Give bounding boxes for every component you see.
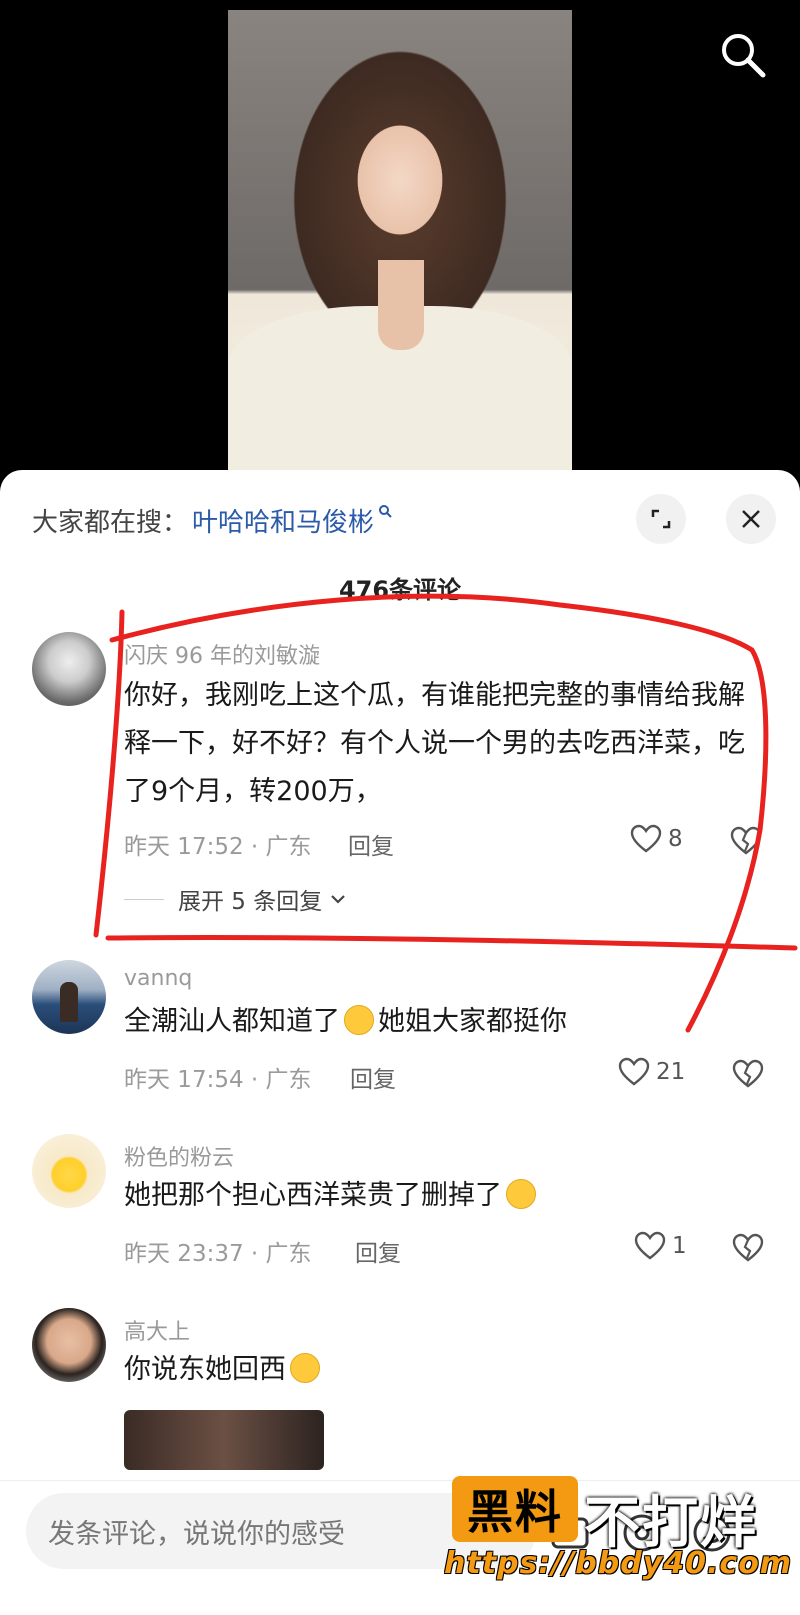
- comment-input-placeholder: 发条评论，说说你的感受: [48, 1518, 345, 1550]
- comment-text: 她把那个担心西洋菜贵了删掉了: [124, 1172, 764, 1220]
- comment-image-thumbnail[interactable]: [124, 1410, 324, 1470]
- comment-username[interactable]: vannq: [124, 966, 192, 991]
- watermark-url: https://bbdy40.com: [444, 1546, 793, 1581]
- expand-divider: [124, 898, 164, 900]
- watermark: 黑料 不打烊 https://bbdy40.com: [444, 1476, 792, 1596]
- comment-text-part: 全潮汕人都知道了: [124, 1006, 340, 1037]
- laughing-crying-emoji-icon: [506, 1179, 536, 1209]
- expand-replies-label: 展开 5 条回复: [178, 889, 323, 915]
- comment-text: 你好，我刚吃上这个瓜，有谁能把完整的事情给我解释一下，好不好？有个人说一个男的去…: [124, 680, 745, 807]
- comment-text-part: 她把那个担心西洋菜贵了删掉了: [124, 1180, 502, 1211]
- comment-text-part: 你说东她回西: [124, 1354, 286, 1385]
- comment-item: vannq 全潮汕人都知道了 她姐大家都挺你 昨天 17:54 · 广东 回复 2…: [0, 960, 800, 1100]
- broken-heart-icon: [732, 1059, 764, 1088]
- avatar[interactable]: [32, 1134, 106, 1208]
- search-small-icon: [378, 503, 392, 522]
- comment-time-location: 昨天 17:54 · 广东: [124, 1067, 312, 1093]
- comment-item: 闪庆 96 年的刘敏漩 你好，我刚吃上这个瓜，有谁能把完整的事情给我解释一下，好…: [0, 632, 800, 932]
- heart-icon: [634, 1231, 666, 1260]
- watermark-logo-box: 黑料: [452, 1476, 578, 1542]
- comment-sheet: 大家都在搜： 叶哈哈和马俊彬 476条评论 闪庆 96 年的刘敏漩 你好，我刚吃…: [0, 470, 800, 1615]
- comment-text-part: 她姐大家都挺你: [378, 1006, 567, 1037]
- video-frame: [228, 10, 572, 476]
- expand-sheet-button[interactable]: [636, 494, 686, 544]
- comment-item: 粉色的粉云 她把那个担心西洋菜贵了删掉了 昨天 23:37 · 广东 回复 1: [0, 1134, 800, 1274]
- dislike-button[interactable]: [732, 1233, 764, 1267]
- chevron-down-icon: [331, 895, 346, 904]
- avatar[interactable]: [32, 1308, 106, 1382]
- search-icon[interactable]: [718, 30, 768, 80]
- like-count: 8: [668, 826, 683, 852]
- avatar[interactable]: [32, 632, 106, 706]
- comment-time-location: 昨天 17:52 · 广东: [124, 834, 312, 860]
- video-neck: [378, 260, 424, 350]
- thinking-emoji-icon: [344, 1005, 374, 1035]
- like-button[interactable]: 1: [634, 1231, 687, 1261]
- video-player[interactable]: [0, 0, 800, 480]
- like-button[interactable]: 8: [630, 824, 683, 854]
- crying-emoji-icon: [290, 1353, 320, 1383]
- expand-replies-button[interactable]: 展开 5 条回复: [124, 882, 348, 916]
- comment-username[interactable]: 闪庆 96 年的刘敏漩: [124, 638, 320, 670]
- like-button[interactable]: 21: [618, 1057, 685, 1087]
- heart-icon: [630, 824, 662, 853]
- avatar[interactable]: [32, 960, 106, 1034]
- comment-count-title: 476条评论: [338, 576, 462, 604]
- trending-search-term[interactable]: 叶哈哈和马俊彬: [192, 502, 374, 539]
- trending-search[interactable]: 大家都在搜： 叶哈哈和马俊彬: [32, 500, 392, 540]
- trending-search-prefix: 大家都在搜：: [32, 507, 189, 538]
- reply-button[interactable]: 回复: [355, 1234, 401, 1268]
- reply-button[interactable]: 回复: [348, 827, 394, 861]
- heart-icon: [618, 1057, 650, 1086]
- dislike-button[interactable]: [730, 826, 762, 860]
- dislike-button[interactable]: [732, 1059, 764, 1093]
- comment-item: 高大上 你说东她回西: [0, 1308, 800, 1488]
- comment-time-location: 昨天 23:37 · 广东: [124, 1241, 312, 1267]
- broken-heart-icon: [732, 1233, 764, 1262]
- like-count: 21: [656, 1059, 686, 1085]
- close-button[interactable]: [726, 494, 776, 544]
- comment-text: 你说东她回西: [124, 1346, 764, 1394]
- like-count: 1: [672, 1233, 687, 1259]
- broken-heart-icon: [730, 826, 762, 855]
- comment-username[interactable]: 高大上: [124, 1314, 190, 1346]
- close-icon: [742, 510, 760, 528]
- expand-icon: [651, 509, 671, 529]
- comment-text: 全潮汕人都知道了 她姐大家都挺你: [124, 998, 764, 1046]
- reply-button[interactable]: 回复: [350, 1060, 396, 1094]
- comment-username[interactable]: 粉色的粉云: [124, 1140, 234, 1172]
